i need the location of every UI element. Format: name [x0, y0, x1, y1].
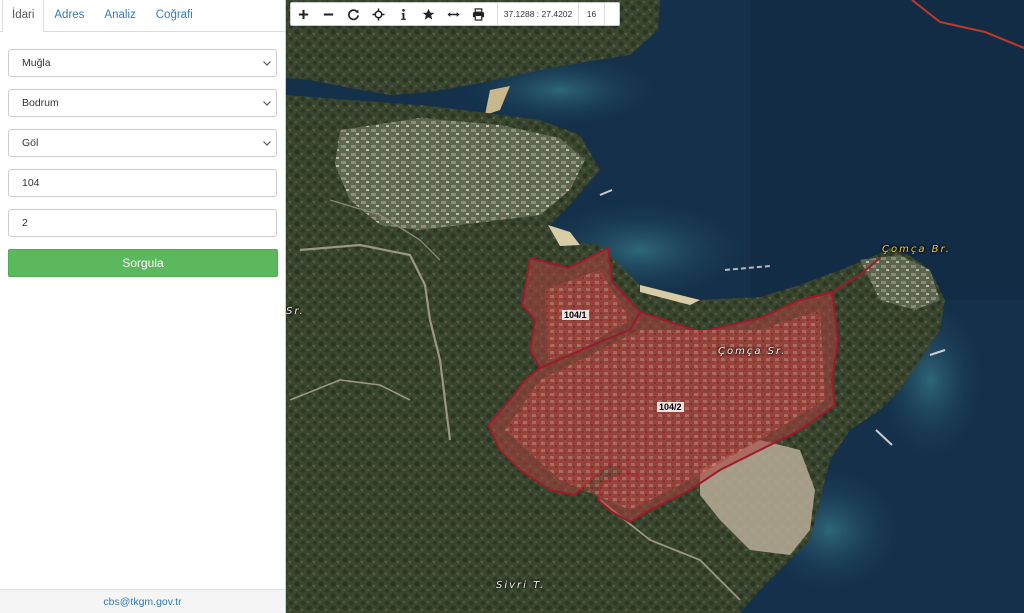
favorite-button[interactable] [416, 3, 441, 25]
chevron-down-icon [263, 141, 271, 146]
map-toolbar: 37.1288 : 27.4202 16 [290, 2, 620, 26]
district-select[interactable]: Bodrum [8, 89, 277, 117]
coordinate-readout: 37.1288 : 27.4202 [497, 3, 579, 25]
sidebar-panel: İdari Adres Analiz Coğrafi Muğla Bodrum … [0, 0, 286, 613]
refresh-icon [348, 8, 359, 20]
zoom-in-icon [298, 9, 309, 19]
info-icon [401, 8, 406, 20]
measure-button[interactable] [441, 3, 466, 25]
map-imagery [286, 0, 1024, 613]
contact-email-link[interactable]: cbs@tkgm.gov.tr [103, 596, 181, 608]
partial-area-label: Sr. [286, 306, 305, 317]
print-button[interactable] [466, 3, 491, 25]
neighborhood-select[interactable]: Göl [8, 129, 277, 157]
neighborhood-value: Göl [22, 137, 39, 149]
zoom-out-button[interactable] [316, 3, 341, 25]
zoom-in-button[interactable] [291, 3, 316, 25]
locate-button[interactable] [366, 3, 391, 25]
footer: cbs@tkgm.gov.tr [0, 589, 285, 613]
tab-bar: İdari Adres Analiz Coğrafi [0, 0, 285, 32]
zoom-level-readout: 16 [579, 3, 605, 25]
tab-analiz[interactable]: Analiz [94, 0, 145, 31]
locate-icon [372, 7, 385, 21]
info-button[interactable] [391, 3, 416, 25]
block-number-input[interactable]: 104 [8, 169, 277, 197]
province-select[interactable]: Muğla [8, 49, 277, 77]
hill-name-label: Sivri T. [496, 580, 546, 591]
print-icon [472, 7, 485, 21]
refresh-button[interactable] [341, 3, 366, 25]
chevron-down-icon [263, 61, 271, 66]
query-form: Muğla Bodrum Göl 104 2 Sorgula [0, 32, 285, 277]
tab-adres[interactable]: Adres [44, 0, 94, 31]
tab-cografi[interactable]: Coğrafi [146, 0, 203, 31]
bay-name-label: Çomça Br. [882, 244, 951, 255]
query-button[interactable]: Sorgula [8, 249, 278, 277]
area-name-label: Çomça Sr. [718, 346, 787, 357]
parcel-number-value: 2 [22, 217, 28, 229]
tab-idari[interactable]: İdari [2, 0, 45, 32]
parcel-104-1-label: 104/1 [562, 310, 589, 320]
parcel-number-input[interactable]: 2 [8, 209, 277, 237]
chevron-down-icon [263, 101, 271, 106]
star-icon [422, 8, 435, 20]
measure-icon [447, 11, 460, 17]
province-value: Muğla [22, 57, 51, 69]
district-value: Bodrum [22, 97, 59, 109]
block-number-value: 104 [22, 177, 40, 189]
satellite-map[interactable]: Çomça Br. Çomça Sr. Sivri T. Sr. 104/1 1… [286, 0, 1024, 613]
parcel-104-2-label: 104/2 [657, 402, 684, 412]
zoom-out-icon [323, 12, 334, 16]
